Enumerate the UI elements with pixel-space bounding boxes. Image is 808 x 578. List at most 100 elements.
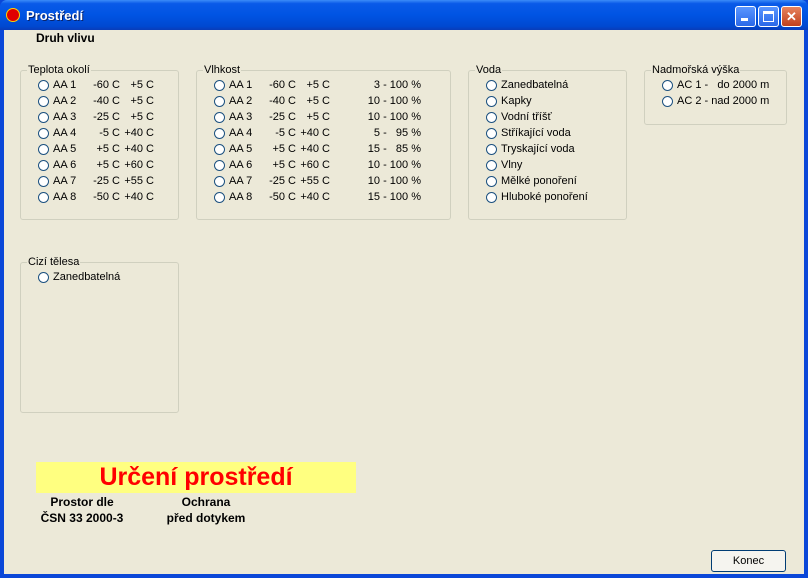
caption-prostor: Prostor dle ČSN 33 2000-3	[26, 494, 138, 526]
radio-button-icon[interactable]	[38, 160, 49, 171]
section-heading: Druh vlivu	[36, 31, 95, 45]
group-teplota-legend: Teplota okolí	[28, 64, 90, 76]
caption-prostor-line2: ČSN 33 2000-3	[40, 511, 124, 525]
option-humidity: 3 - 100 %	[373, 79, 421, 91]
radio-button-icon[interactable]	[662, 80, 673, 91]
option-temp-min: -5 C	[275, 127, 296, 139]
radio-button-icon[interactable]	[38, 272, 49, 283]
option-code: AA 3	[229, 111, 253, 123]
close-icon: ✕	[786, 9, 797, 24]
minimize-button[interactable]	[735, 6, 756, 27]
option-code: AA 4	[229, 127, 253, 139]
option-temp-min: +5 C	[96, 143, 120, 155]
radio-button-icon[interactable]	[662, 96, 673, 107]
option-code: AA 5	[229, 143, 253, 155]
close-button[interactable]: ✕	[781, 6, 802, 27]
radio-button-icon[interactable]	[214, 176, 225, 187]
option-humidity: 5 - 95 %	[373, 127, 421, 139]
option-code: AA 2	[53, 95, 77, 107]
option-label: Zanedbatelná	[53, 271, 121, 283]
radio-button-icon[interactable]	[38, 144, 49, 155]
group-vlhkost-legend: Vlhkost	[204, 64, 241, 76]
option-temp-max: +40 C	[300, 127, 330, 139]
title-bar[interactable]: Prostředí ✕	[0, 0, 808, 30]
radio-button-icon[interactable]	[214, 144, 225, 155]
option-temp-max: +5 C	[130, 79, 154, 91]
option-temp-max: +40 C	[300, 191, 330, 203]
option-code: AA 2	[229, 95, 253, 107]
radio-button-icon[interactable]	[214, 160, 225, 171]
option-temp-max: +40 C	[124, 143, 154, 155]
option-temp-min: -25 C	[269, 175, 296, 187]
radio-button-icon[interactable]	[214, 80, 225, 91]
radio-button-icon[interactable]	[38, 128, 49, 139]
option-humidity: 10 - 100 %	[367, 111, 421, 123]
option-code: AA 8	[229, 191, 253, 203]
option-temp-min: +5 C	[272, 159, 296, 171]
option-temp-min: -40 C	[93, 95, 120, 107]
option-label: Vodní tříšť	[501, 111, 552, 123]
radio-button-icon[interactable]	[38, 96, 49, 107]
app-icon	[6, 8, 20, 22]
radio-button-icon[interactable]	[38, 176, 49, 187]
radio-button-icon[interactable]	[486, 80, 497, 91]
option-temp-min: -60 C	[93, 79, 120, 91]
option-temp-min: +5 C	[96, 159, 120, 171]
result-banner: Určení prostředí	[36, 462, 356, 493]
option-humidity: 15 - 100 %	[367, 191, 421, 203]
option-code: AA 1	[53, 79, 77, 91]
option-temp-min: +5 C	[272, 143, 296, 155]
group-voda-legend: Voda	[476, 64, 502, 76]
option-temp-min: -40 C	[269, 95, 296, 107]
window-title: Prostředí	[26, 8, 84, 23]
option-code: AA 1	[229, 79, 253, 91]
radio-button-icon[interactable]	[486, 128, 497, 139]
radio-button-icon[interactable]	[486, 144, 497, 155]
option-temp-max: +5 C	[306, 95, 330, 107]
radio-button-icon[interactable]	[486, 192, 497, 203]
option-temp-max: +40 C	[300, 143, 330, 155]
radio-button-icon[interactable]	[486, 160, 497, 171]
radio-button-icon[interactable]	[214, 96, 225, 107]
minimize-icon	[741, 18, 748, 21]
option-code: AA 6	[53, 159, 77, 171]
option-code: AA 3	[53, 111, 77, 123]
option-temp-max: +55 C	[124, 175, 154, 187]
radio-button-icon[interactable]	[486, 112, 497, 123]
option-temp-min: -50 C	[93, 191, 120, 203]
maximize-button[interactable]	[758, 6, 779, 27]
caption-ochrana: Ochrana před dotykem	[150, 494, 262, 526]
radio-button-icon[interactable]	[214, 112, 225, 123]
group-cizi-legend: Cizí tělesa	[28, 256, 80, 268]
option-label: Stříkající voda	[501, 127, 571, 139]
client-area: Druh vlivu Teplota okolí Vlhkost Voda Na…	[4, 30, 804, 574]
option-label: Mělké ponoření	[501, 175, 577, 187]
caption-prostor-line1: Prostor dle	[50, 495, 114, 509]
radio-button-icon[interactable]	[214, 128, 225, 139]
option-temp-max: +60 C	[300, 159, 330, 171]
app-window: Prostředí ✕ Druh vlivu Teplota okolí Vlh…	[0, 0, 808, 578]
option-humidity: 10 - 100 %	[367, 175, 421, 187]
radio-button-icon[interactable]	[486, 176, 497, 187]
option-temp-max: +40 C	[124, 127, 154, 139]
konec-button[interactable]: Konec	[711, 550, 786, 572]
option-label: Kapky	[501, 95, 532, 107]
radio-button-icon[interactable]	[214, 192, 225, 203]
option-temp-max: +5 C	[130, 95, 154, 107]
option-temp-min: -60 C	[269, 79, 296, 91]
option-temp-max: +55 C	[300, 175, 330, 187]
radio-button-icon[interactable]	[38, 192, 49, 203]
option-label: Zanedbatelná	[501, 79, 569, 91]
option-temp-max: +5 C	[306, 111, 330, 123]
option-temp-min: -25 C	[269, 111, 296, 123]
option-temp-min: -50 C	[269, 191, 296, 203]
option-code: AA 4	[53, 127, 77, 139]
option-temp-max: +40 C	[124, 191, 154, 203]
option-humidity: 15 - 85 %	[367, 143, 421, 155]
caption-ochrana-line1: Ochrana	[181, 495, 231, 509]
radio-button-icon[interactable]	[38, 112, 49, 123]
option-code: AA 5	[53, 143, 77, 155]
radio-button-icon[interactable]	[38, 80, 49, 91]
maximize-icon	[763, 11, 774, 22]
radio-button-icon[interactable]	[486, 96, 497, 107]
